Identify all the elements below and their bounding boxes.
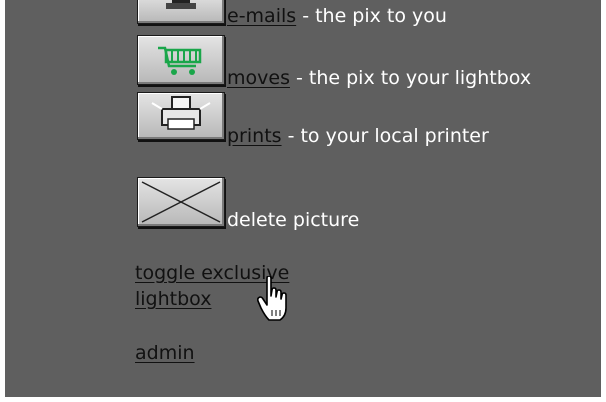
admin-link[interactable]: admin (135, 342, 195, 364)
email-button[interactable] (137, 0, 225, 24)
moves-desc: - the pix to your lightbox (289, 67, 532, 89)
printer-icon (151, 96, 211, 130)
mail-icon (166, 0, 196, 9)
email-link[interactable]: e-mails (227, 5, 296, 27)
shopping-cart-icon (158, 46, 202, 75)
envelope-x-icon (141, 181, 221, 223)
hand-pointer-icon (257, 276, 287, 321)
email-row: e-mails - the pix to you (227, 5, 447, 27)
move-to-lightbox-button[interactable] (137, 35, 225, 85)
action-panel: e-mails - the pix to you moves - the pix… (5, 0, 601, 397)
moves-link[interactable]: moves (227, 67, 290, 89)
email-desc: - the pix to you (296, 5, 447, 27)
toggle-lightbox-link-line2: lightbox (135, 289, 211, 310)
moves-row: moves - the pix to your lightbox (227, 67, 531, 89)
admin-row: admin (135, 343, 195, 364)
delete-label[interactable]: delete picture (227, 209, 359, 231)
delete-button[interactable] (137, 177, 225, 227)
prints-link[interactable]: prints (227, 125, 282, 147)
lightbox-link[interactable]: lightbox (135, 288, 211, 310)
prints-row: prints - to your local printer (227, 125, 489, 147)
print-button[interactable] (137, 92, 225, 140)
delete-row: delete picture (227, 209, 359, 231)
prints-desc: - to your local printer (281, 125, 489, 147)
